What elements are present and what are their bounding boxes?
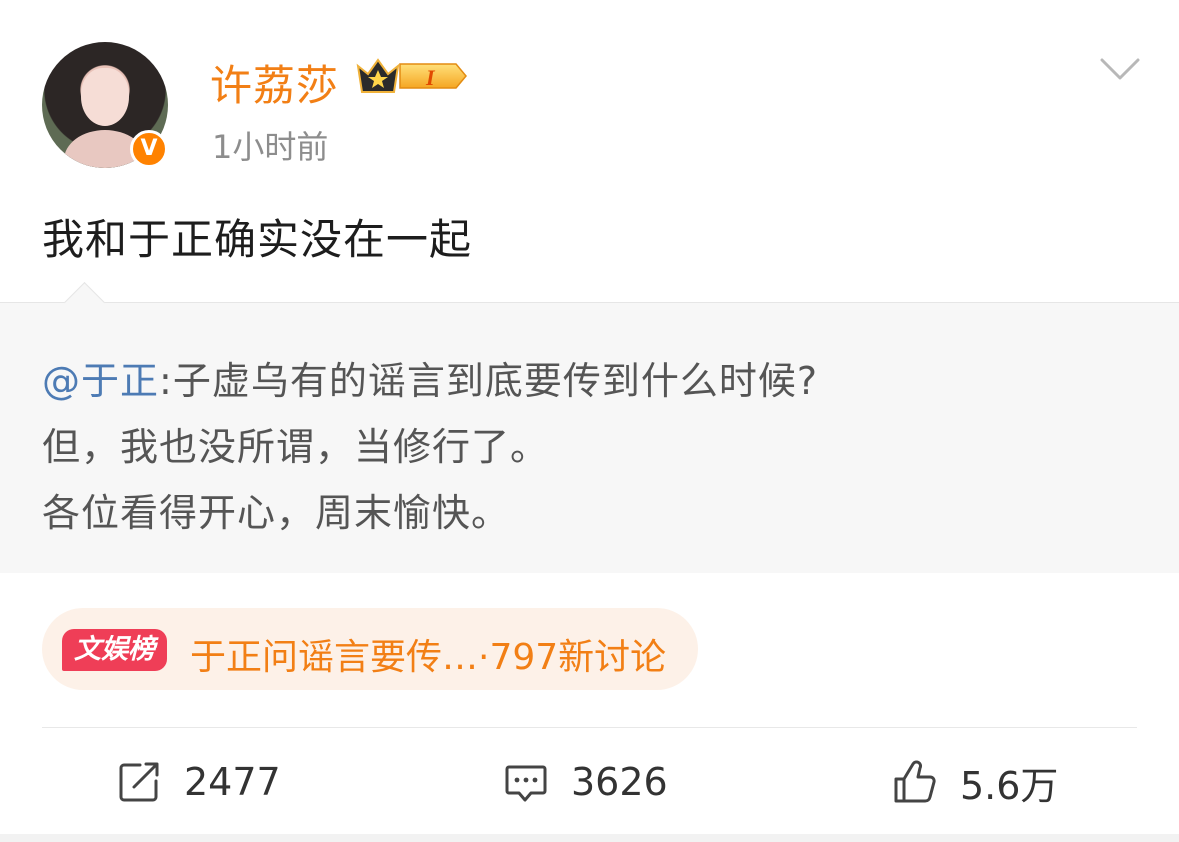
comment-count: 3626	[571, 760, 668, 804]
quote-line-2: 但，我也没所谓，当修行了。	[42, 425, 550, 469]
mention-link[interactable]: @于正	[42, 359, 159, 403]
chevron-down-icon[interactable]	[1100, 56, 1140, 82]
comment-button[interactable]: 3626	[503, 757, 668, 807]
post-text: 我和于正确实没在一起	[42, 215, 473, 264]
comment-icon	[505, 765, 547, 802]
verified-badge-icon: V	[130, 130, 168, 168]
quote-line-3: 各位看得开心，周末愉快。	[42, 491, 511, 535]
member-level-text: I	[425, 65, 436, 90]
quote-line-1: @于正:子虚乌有的谣言到底要传到什么时候?	[42, 350, 818, 405]
member-level-badge-icon[interactable]: I	[356, 54, 468, 98]
like-count: 5.6万	[960, 763, 1059, 808]
repost-icon	[119, 762, 159, 802]
divider	[42, 727, 1137, 728]
post-timestamp: 1小时前	[212, 128, 329, 166]
quote-line-1-text: :子虚乌有的谣言到底要传到什么时候?	[159, 359, 818, 403]
thumbs-up-icon	[894, 760, 936, 803]
like-button[interactable]: 5.6万	[892, 757, 1059, 808]
bottom-separator	[0, 834, 1179, 842]
trending-topic-text: 于正问谣言要传…·797新讨论	[190, 637, 667, 678]
repost-button[interactable]: 2477	[116, 757, 281, 807]
repost-count: 2477	[184, 760, 281, 804]
author-name[interactable]: 许荔莎	[210, 52, 339, 113]
avatar-face	[81, 68, 129, 126]
ranking-tag: 文娱榜	[62, 629, 167, 671]
